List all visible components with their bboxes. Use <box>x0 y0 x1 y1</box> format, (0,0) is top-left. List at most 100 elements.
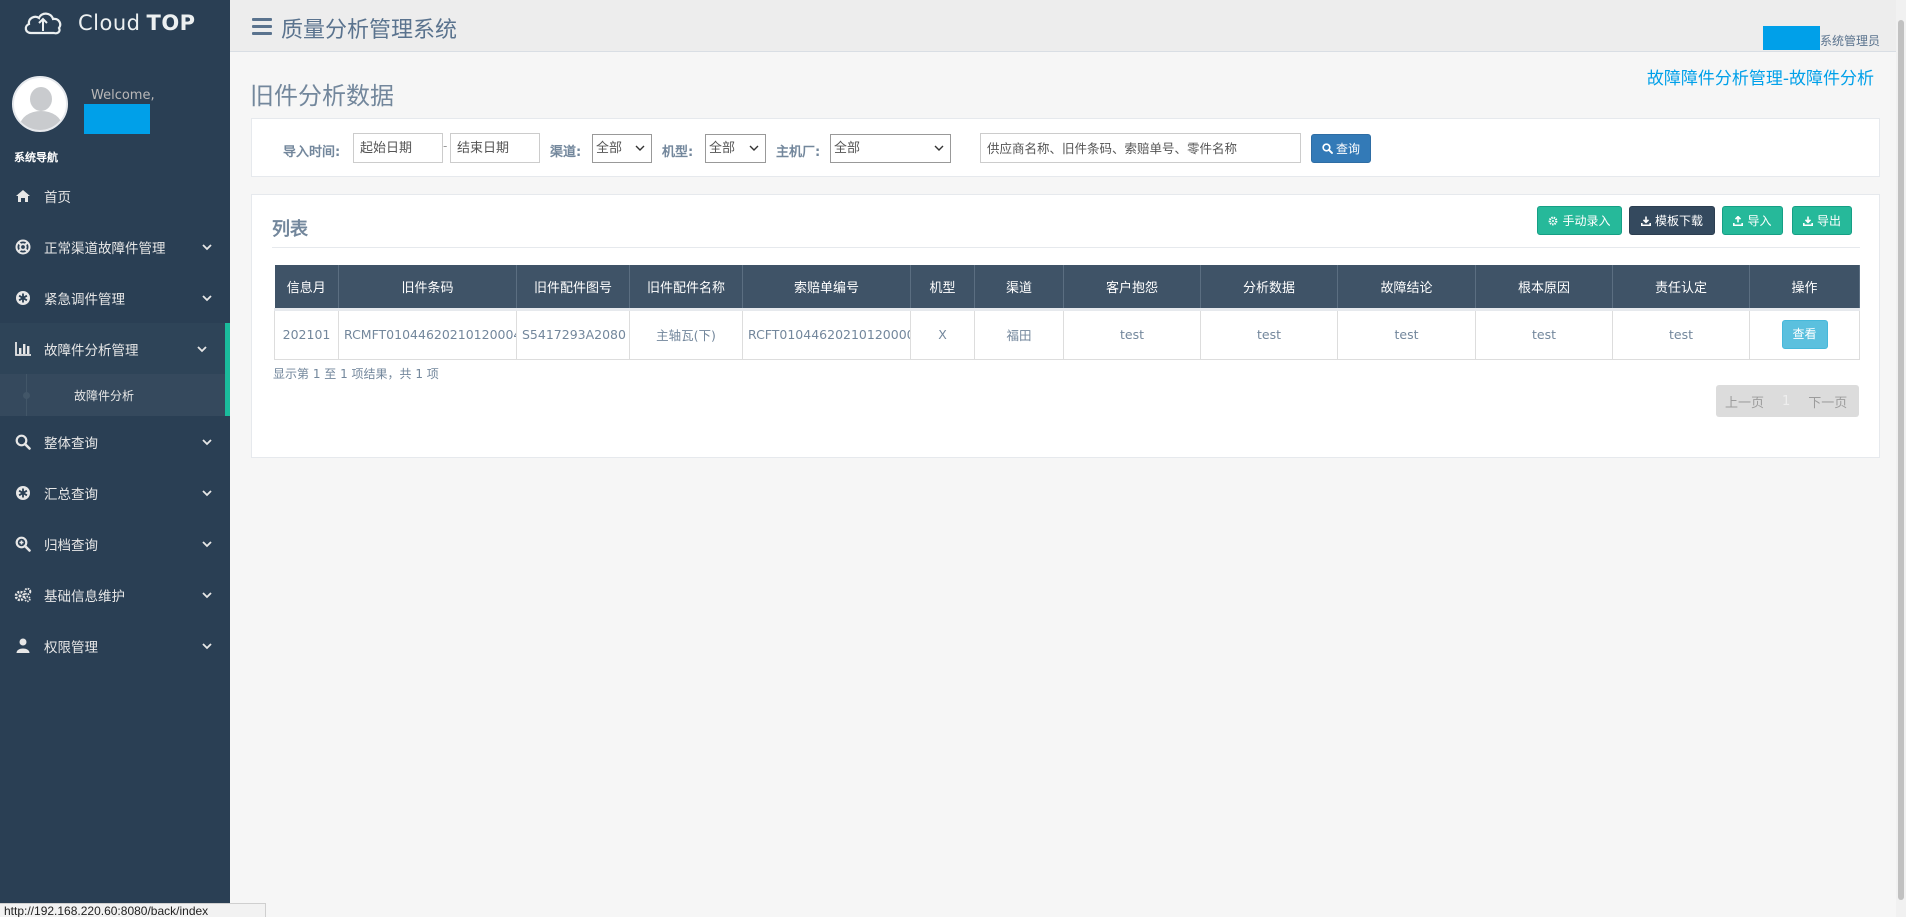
template-download-button[interactable]: 模板下载 <box>1629 206 1715 235</box>
sidebar-item-urgent-dispatch[interactable]: 紧急调件管理 <box>0 272 230 323</box>
manual-entry-label: 手动录入 <box>1562 214 1611 228</box>
sidebar-item-label: 权限管理 <box>44 639 98 656</box>
channel-select[interactable]: 全部 <box>592 134 652 163</box>
sidebar-item-label: 归档查询 <box>44 537 98 554</box>
cell-complaint: test <box>1063 308 1201 360</box>
column-header[interactable]: 旧件条码 <box>338 265 517 311</box>
chevron-down-icon <box>749 145 759 151</box>
list-title: 列表 <box>272 219 308 240</box>
cell-claim-no: RCFT010446202101200009 <box>742 308 911 360</box>
sidebar-item-label: 整体查询 <box>44 435 98 452</box>
scrollbar-thumb[interactable] <box>1898 20 1904 900</box>
breadcrumb: 故障障件分析管理-故障件分析 <box>1646 69 1874 89</box>
manual-entry-button[interactable]: 手动录入 <box>1537 206 1622 235</box>
result-info: 显示第 1 至 1 项结果，共 1 项 <box>273 367 439 381</box>
vertical-scrollbar[interactable] <box>1896 0 1906 917</box>
cell-model: X <box>910 308 975 360</box>
column-header[interactable]: 索赔单编号 <box>742 265 911 311</box>
chevron-down-icon <box>202 642 212 649</box>
keyword-search-input[interactable] <box>980 133 1301 163</box>
template-download-label: 模板下载 <box>1654 214 1703 228</box>
export-button[interactable]: 导出 <box>1792 206 1852 235</box>
next-page-button[interactable]: 下一页 <box>1799 392 1856 411</box>
cell-conclusion: test <box>1337 308 1476 360</box>
chevron-down-icon <box>202 294 212 301</box>
bullet-dot-icon <box>23 392 30 399</box>
column-header[interactable]: 信息月 <box>274 265 339 311</box>
oem-select-value: 全部 <box>834 141 861 156</box>
brand-logo[interactable]: Cloud TOP <box>0 0 230 46</box>
gears-icon <box>14 586 32 604</box>
sidebar-item-permissions[interactable]: 权限管理 <box>0 620 230 671</box>
import-button[interactable]: 导入 <box>1722 206 1783 235</box>
cell-part-name: 主轴瓦(下) <box>629 308 743 360</box>
menu-toggle-icon[interactable] <box>252 18 272 36</box>
sidebar-item-label: 紧急调件管理 <box>44 291 125 308</box>
start-date-input[interactable] <box>353 133 443 163</box>
export-label: 导出 <box>1816 214 1841 228</box>
brand-name-bold: TOP <box>146 11 196 35</box>
nav-section-title: 系统导航 <box>14 151 58 164</box>
asterisk-icon <box>14 289 32 307</box>
search-icon <box>1322 143 1333 154</box>
channel-select-value: 全部 <box>596 141 623 156</box>
chevron-down-icon <box>202 489 212 496</box>
user-name-redacted[interactable] <box>1763 26 1820 50</box>
column-header[interactable]: 旧件配件名称 <box>629 265 743 311</box>
search-button-label: 查询 <box>1335 142 1360 156</box>
brand-name: Cloud <box>78 11 141 35</box>
sidebar-item-fault-analysis[interactable]: 故障件分析管理 <box>0 323 230 374</box>
sidebar-subitem-fault-analysis[interactable]: 故障件分析 <box>0 374 230 416</box>
sidebar-item-overall-query[interactable]: 整体查询 <box>0 416 230 467</box>
avatar[interactable] <box>12 76 68 132</box>
channel-label: 渠道: <box>550 145 582 160</box>
column-header[interactable]: 根本原因 <box>1475 265 1613 311</box>
user-role[interactable]: 系统管理员 <box>1820 32 1880 49</box>
chevron-down-icon <box>934 145 944 151</box>
model-select[interactable]: 全部 <box>705 134 766 163</box>
profile: Welcome, <box>0 46 230 146</box>
cell-responsibility: test <box>1612 308 1750 360</box>
filter-panel: 导入时间: - 渠道: 全部 机型: 全部 主机厂: 全部 查询 <box>251 118 1880 177</box>
search-icon <box>14 433 32 451</box>
chevron-down-icon <box>202 438 212 445</box>
chevron-down-icon <box>202 243 212 250</box>
column-header[interactable]: 分析数据 <box>1200 265 1338 311</box>
end-date-input[interactable] <box>450 133 540 163</box>
bar-chart-icon <box>14 340 32 358</box>
sidebar-item-summary-query[interactable]: 汇总查询 <box>0 467 230 518</box>
table-row: 202101 RCMFT010446202101200043 S5417293A… <box>274 308 1860 360</box>
status-bar-url: http://192.168.220.60:8080/back/index <box>0 903 266 917</box>
sidebar-item-normal-channel[interactable]: 正常渠道故障件管理 <box>0 221 230 272</box>
download-icon <box>1640 216 1651 226</box>
chevron-down-icon <box>202 540 212 547</box>
sidebar-item-label: 汇总查询 <box>44 486 98 503</box>
chevron-down-icon <box>202 591 212 598</box>
sidebar-item-basic-info[interactable]: 基础信息维护 <box>0 569 230 620</box>
column-header[interactable]: 机型 <box>910 265 975 311</box>
column-header[interactable]: 责任认定 <box>1612 265 1750 311</box>
column-header[interactable]: 旧件配件图号 <box>516 265 630 311</box>
prev-page-button[interactable]: 上一页 <box>1716 392 1773 411</box>
top-bar: 质量分析管理系统 系统管理员 <box>230 0 1906 52</box>
sidebar-item-label: 故障件分析管理 <box>44 342 139 359</box>
current-page-number[interactable]: 1 <box>1773 394 1799 409</box>
oem-label: 主机厂: <box>776 145 821 160</box>
column-header[interactable]: 客户抱怨 <box>1063 265 1201 311</box>
column-header[interactable]: 故障结论 <box>1337 265 1476 311</box>
oem-select[interactable]: 全部 <box>830 134 951 163</box>
column-header[interactable]: 渠道 <box>974 265 1064 311</box>
search-button[interactable]: 查询 <box>1311 134 1371 163</box>
model-select-value: 全部 <box>709 141 736 156</box>
chevron-down-icon <box>635 145 645 151</box>
sidebar-item-home[interactable]: 首页 <box>0 170 230 221</box>
view-button[interactable]: 查看 <box>1781 320 1828 349</box>
zoom-in-icon <box>14 535 32 553</box>
sidebar-item-label: 正常渠道故障件管理 <box>44 240 166 257</box>
lifebuoy-icon <box>14 238 32 256</box>
sidebar-item-archive-query[interactable]: 归档查询 <box>0 518 230 569</box>
sidebar-item-label: 基础信息维护 <box>44 588 125 605</box>
page-title: 旧件分析数据 <box>250 82 394 110</box>
cell-analysis: test <box>1200 308 1338 360</box>
system-title: 质量分析管理系统 <box>281 18 458 43</box>
